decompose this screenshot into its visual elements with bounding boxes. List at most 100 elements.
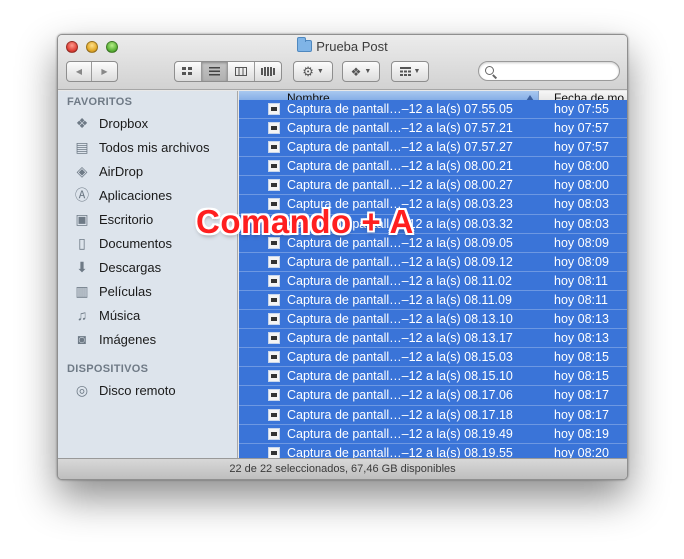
file-row[interactable]: Captura de pantall…–12 a la(s) 07.55.05 h… xyxy=(239,100,627,120)
screenshot-thumbnail-icon xyxy=(268,332,280,345)
downloads-icon: ⬇ xyxy=(76,258,88,275)
screenshot-thumbnail-icon xyxy=(268,179,280,192)
desktop-icon: ▣ xyxy=(75,210,89,227)
coverflow-view-button[interactable] xyxy=(255,62,281,81)
file-row[interactable]: Captura de pantall…–12 a la(s) 08.11.02 h… xyxy=(239,271,627,291)
status-bar: 22 de 22 seleccionados, 67,46 GB disponi… xyxy=(58,458,627,479)
file-date: hoy 08:11 xyxy=(554,273,608,288)
screenshot-thumbnail-icon xyxy=(268,274,280,287)
screenshot-thumbnail-icon xyxy=(268,427,280,440)
sidebar-item-airdrop[interactable]: ◈ AirDrop xyxy=(74,160,143,182)
file-row[interactable]: Captura de pantall…–12 a la(s) 08.15.03 h… xyxy=(239,348,627,368)
file-row[interactable]: Captura de pantall…–12 a la(s) 08.19.49 h… xyxy=(239,424,627,444)
file-row[interactable]: Captura de pantall…–12 a la(s) 08.17.18 h… xyxy=(239,405,627,425)
sidebar-item-label: Disco remoto xyxy=(99,382,176,398)
file-name: Captura de pantall…–12 a la(s) 07.57.21 xyxy=(287,121,513,136)
file-row[interactable]: Captura de pantall…–12 a la(s) 08.09.12 h… xyxy=(239,252,627,272)
screenshot-thumbnail-icon xyxy=(268,293,280,306)
list-view-button[interactable] xyxy=(201,62,228,81)
sidebar-item-downloads[interactable]: ⬇ Descargas xyxy=(74,256,161,278)
back-icon: ◀ xyxy=(75,67,83,76)
all-files-icon: ▤ xyxy=(75,138,89,155)
sidebar-item-remote-disc[interactable]: ◎ Disco remoto xyxy=(74,379,176,401)
back-button[interactable]: ◀ xyxy=(67,62,93,81)
file-row[interactable]: Captura de pantall…–12 a la(s) 08.15.10 h… xyxy=(239,367,627,387)
screenshot-thumbnail-icon xyxy=(268,160,280,173)
forward-icon: ▶ xyxy=(101,67,108,76)
screenshot-thumbnail-icon xyxy=(268,370,280,383)
sidebar-item-label: Escritorio xyxy=(99,211,154,227)
sidebar-item-applications[interactable]: Ⓐ Aplicaciones xyxy=(74,184,172,206)
file-name: Captura de pantall…–12 a la(s) 08.19.55 xyxy=(287,445,513,458)
file-date: hoy 08:09 xyxy=(554,235,609,250)
sidebar-item-label: Descargas xyxy=(99,259,162,275)
file-name: Captura de pantall…–12 a la(s) 08.13.10 xyxy=(287,312,513,327)
chevron-down-icon: ▼ xyxy=(316,68,324,75)
coverflow-view-icon xyxy=(260,67,275,76)
documents-icon: ▯ xyxy=(78,234,86,251)
file-row[interactable]: Captura de pantall…–12 a la(s) 08.13.17 h… xyxy=(239,329,627,349)
icon-view-button[interactable] xyxy=(175,62,202,81)
file-row[interactable]: Captura de pantall…–12 a la(s) 08.13.10 h… xyxy=(239,310,627,330)
action-button[interactable]: ⚙ ▼ xyxy=(293,61,333,82)
list-view-icon xyxy=(208,67,220,76)
file-date: hoy 08:13 xyxy=(554,331,609,346)
file-name: Captura de pantall…–12 a la(s) 07.57.27 xyxy=(287,140,513,155)
file-row[interactable]: Captura de pantall…–12 a la(s) 07.57.21 h… xyxy=(239,119,627,139)
screenshot-thumbnail-icon xyxy=(268,389,280,402)
file-date: hoy 08:20 xyxy=(554,445,609,458)
file-row[interactable]: Captura de pantall…–12 a la(s) 08.00.21 h… xyxy=(239,157,627,177)
sidebar-item-all-files[interactable]: ▤ Todos mis archivos xyxy=(74,136,210,158)
file-name: Captura de pantall…–12 a la(s) 08.00.21 xyxy=(287,159,513,174)
file-row[interactable]: Captura de pantall…–12 a la(s) 07.57.27 h… xyxy=(239,138,627,158)
file-row[interactable]: Captura de pantall…–12 a la(s) 08.00.27 h… xyxy=(239,176,627,196)
pictures-icon: ◙ xyxy=(77,331,87,347)
file-row[interactable]: Captura de pantall…–12 a la(s) 08.19.55 h… xyxy=(239,443,627,458)
arrange-button[interactable]: ▼ xyxy=(391,61,429,82)
file-date: hoy 08:15 xyxy=(554,350,609,365)
file-name: Captura de pantall…–12 a la(s) 08.13.17 xyxy=(287,331,513,346)
file-date: hoy 08:17 xyxy=(554,407,609,422)
sidebar-item-documents[interactable]: ▯ Documentos xyxy=(74,232,172,254)
file-name: Captura de pantall…–12 a la(s) 08.15.10 xyxy=(287,369,513,384)
file-date: hoy 08:19 xyxy=(554,426,609,441)
sidebar-item-movies[interactable]: ▥ Películas xyxy=(74,280,151,302)
file-name: Captura de pantall…–12 a la(s) 08.15.03 xyxy=(287,350,513,365)
screenshot-thumbnail-icon xyxy=(268,141,280,154)
column-view-icon xyxy=(234,67,247,76)
sidebar-item-music[interactable]: ♫ Música xyxy=(74,304,140,326)
finder-window: Prueba Post ◀ ▶ ⚙ ▼ ❖ ▼ ▼ FAVORITOS ❖ Dr… xyxy=(57,34,628,480)
screenshot-thumbnail-icon xyxy=(268,255,280,268)
screenshot-thumbnail-icon xyxy=(268,408,280,421)
file-name: Captura de pantall…–12 a la(s) 08.17.06 xyxy=(287,388,513,403)
search-input[interactable] xyxy=(478,61,620,81)
sidebar-item-label: Dropbox xyxy=(99,115,149,131)
chevron-down-icon: ▼ xyxy=(413,68,421,75)
sidebar-item-pictures[interactable]: ◙ Imágenes xyxy=(74,328,156,350)
sidebar-item-label: Aplicaciones xyxy=(99,187,172,203)
dropbox-button[interactable]: ❖ ▼ xyxy=(342,61,380,82)
sidebar-item-dropbox[interactable]: ❖ Dropbox xyxy=(74,112,148,134)
file-name: Captura de pantall…–12 a la(s) 08.11.02 xyxy=(287,273,512,288)
file-date: hoy 08:17 xyxy=(554,388,609,403)
file-date: hoy 08:11 xyxy=(554,292,608,307)
sidebar-item-label: Todos mis archivos xyxy=(99,139,210,155)
sidebar-item-desktop[interactable]: ▣ Escritorio xyxy=(74,208,153,230)
file-date: hoy 08:15 xyxy=(554,369,609,384)
movies-icon: ▥ xyxy=(75,282,89,299)
file-row[interactable]: Captura de pantall…–12 a la(s) 08.11.09 h… xyxy=(239,290,627,311)
forward-button[interactable]: ▶ xyxy=(92,62,117,81)
sidebar-item-label: Música xyxy=(99,307,141,323)
column-view-button[interactable] xyxy=(228,62,255,81)
file-row[interactable]: Captura de pantall…–12 a la(s) 08.17.06 h… xyxy=(239,386,627,406)
icon-view-icon xyxy=(182,67,193,75)
file-name: Captura de pantall…–12 a la(s) 08.00.27 xyxy=(287,178,513,193)
screenshot-thumbnail-icon xyxy=(268,446,280,458)
sidebar-item-label: Documentos xyxy=(99,235,172,251)
file-date: hoy 08:03 xyxy=(554,197,609,212)
screenshot-thumbnail-icon xyxy=(268,313,280,326)
file-name: Captura de pantall…–12 a la(s) 08.11.09 xyxy=(287,292,512,307)
file-date: hoy 07:55 xyxy=(554,102,609,116)
keyboard-shortcut-caption: Comando + A xyxy=(196,203,414,240)
file-date: hoy 08:00 xyxy=(554,178,609,193)
